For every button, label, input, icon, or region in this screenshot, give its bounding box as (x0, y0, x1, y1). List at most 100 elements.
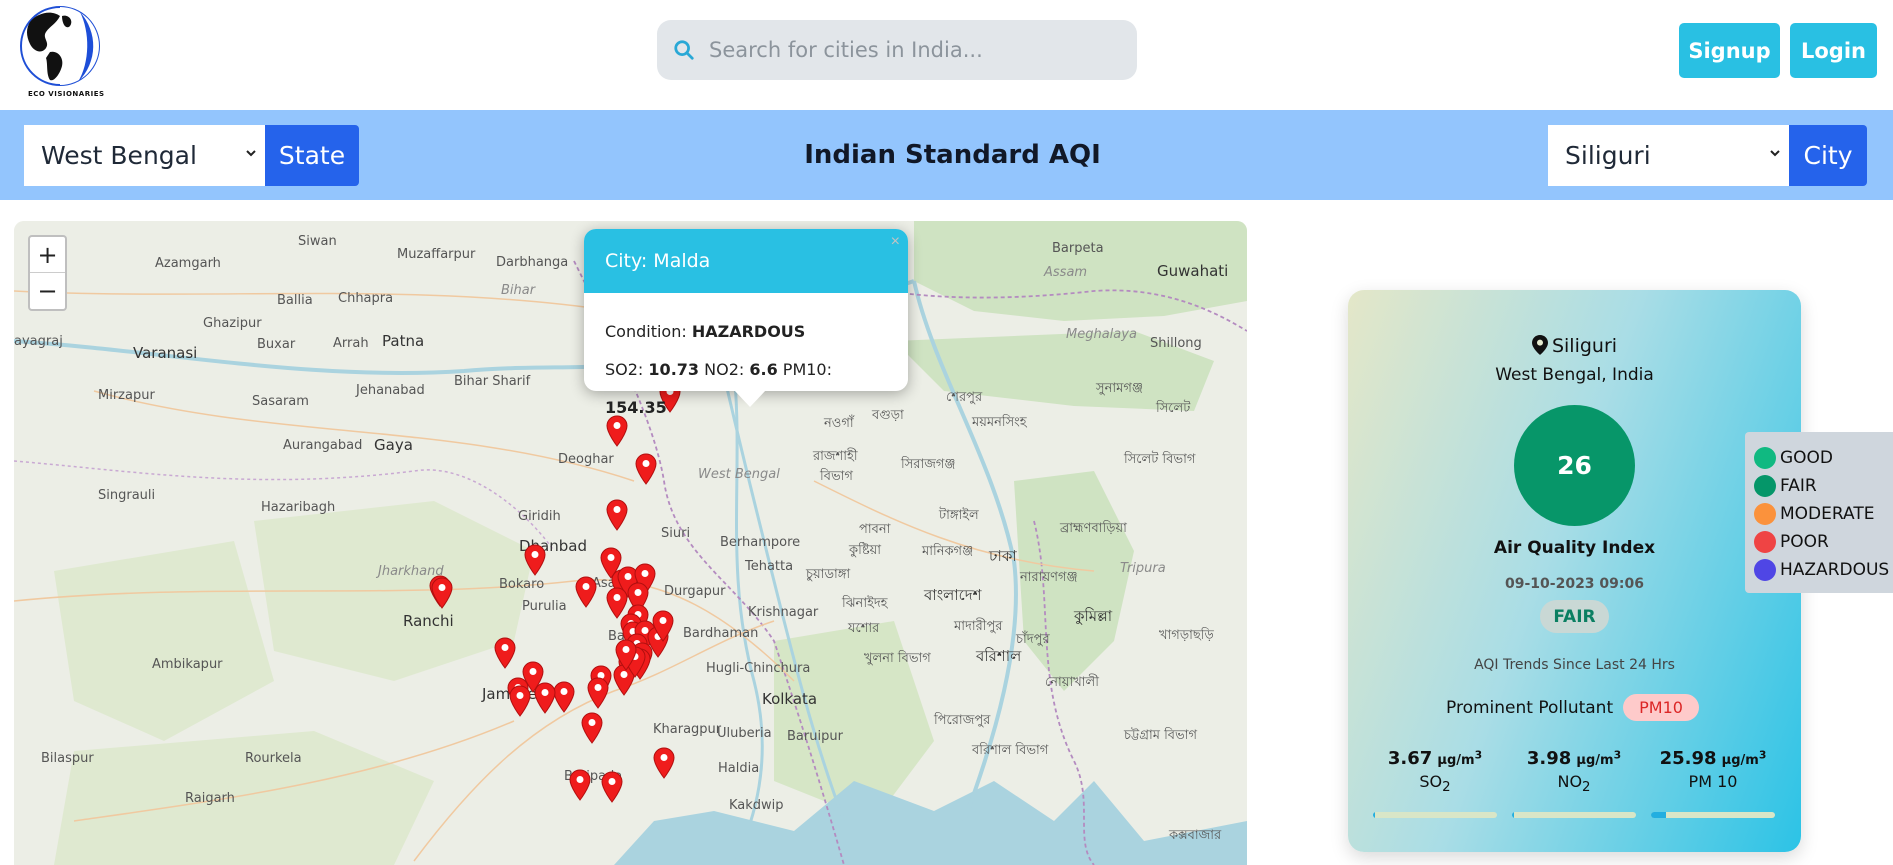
popup-readings: SO2: 10.73 NO2: 6.6 PM10: 154.35 (605, 351, 887, 427)
zoom-out-button[interactable]: − (30, 273, 65, 309)
map-marker[interactable] (569, 769, 591, 801)
search-bar[interactable] (657, 20, 1137, 80)
legend-label: FAIR (1780, 476, 1817, 496)
legend-item-hazardous: HAZARDOUS (1754, 556, 1893, 584)
map-label: ময়মনসিংহ (972, 415, 1027, 430)
map-label: Patna (382, 332, 425, 350)
map-label: Rourkela (245, 751, 302, 766)
map-marker[interactable] (494, 637, 516, 669)
state-button[interactable]: State (265, 125, 359, 186)
map-marker[interactable] (652, 610, 674, 642)
map-pin-icon (652, 610, 674, 642)
map-label: Berhampore (720, 535, 801, 550)
map-label: Siwan (298, 234, 337, 249)
legend-dot (1754, 503, 1776, 525)
state-select-value: West Bengal (41, 141, 197, 170)
pollutant-bar-fill (1651, 812, 1666, 818)
chevron-down-icon (1770, 150, 1780, 157)
pollutant-value: 3.98 (1526, 748, 1572, 769)
map-label: ব্রাহ্মণবাড়িয়া (1060, 521, 1127, 536)
pollutant-name: SO2 (1419, 772, 1451, 796)
map-label: যশোর (848, 621, 880, 636)
pm10-value: 154.35 (605, 398, 667, 417)
state-select[interactable]: West Bengal (24, 125, 265, 186)
map-marker[interactable] (522, 661, 544, 693)
map-label: ঝিনাইদহ (842, 596, 888, 611)
map-label: Kolkata (762, 690, 818, 708)
legend-item-fair: FAIR (1754, 472, 1893, 500)
map-marker[interactable] (587, 677, 609, 709)
map-label: Assam (1044, 265, 1088, 280)
map-marker[interactable] (615, 639, 637, 671)
popup-close-button[interactable]: × (891, 233, 900, 251)
map-marker[interactable] (524, 544, 546, 576)
map-label: Uluberia (717, 726, 772, 741)
map-label: Krishnagar (748, 605, 819, 620)
map-label: খুলনা বিভাগ (864, 651, 931, 666)
zoom-in-button[interactable]: + (30, 237, 65, 273)
login-button[interactable]: Login (1790, 23, 1877, 78)
aqi-trends-link[interactable]: AQI Trends Since Last 24 Hrs (1348, 657, 1801, 673)
map-label: Chhapra (338, 291, 394, 306)
map-marker[interactable] (635, 453, 657, 485)
pollutant-bar (1373, 812, 1497, 818)
map-marker[interactable] (575, 576, 597, 608)
page-title: Indian Standard AQI (804, 140, 1101, 170)
map-label: Ballia (277, 293, 313, 308)
map-label: মানিকগঞ্জ (922, 544, 974, 559)
city-select[interactable]: Siliguri (1548, 125, 1789, 186)
card-region: West Bengal, India (1495, 365, 1654, 385)
map-label: Azamgarh (155, 256, 221, 271)
logo-text: ECO VISIONARIES (28, 90, 105, 98)
search-input[interactable] (709, 38, 1109, 62)
no2-value: 6.6 (749, 360, 778, 379)
signup-button[interactable]: Signup (1679, 23, 1780, 78)
map-label: বরিশাল বিভাগ (972, 743, 1049, 758)
map-marker[interactable] (553, 681, 575, 713)
map-label: Mirzapur (98, 388, 155, 403)
map-label: বাংলাদেশ (924, 586, 982, 604)
map-pin-icon (575, 576, 597, 608)
map-label: Ambikapur (152, 657, 223, 672)
map-pin-icon (494, 637, 516, 669)
pollutant-value: 25.98 (1659, 748, 1717, 769)
aqi-map[interactable]: Siwan Muzaffarpur Darbhanga Barpeta Guwa… (14, 221, 1247, 865)
map-label: Baruipur (787, 729, 843, 744)
status-badge: FAIR (1540, 600, 1609, 633)
map-pin-icon (581, 712, 603, 744)
aqi-legend: GOOD FAIR MODERATE POOR HAZARDOUS (1745, 432, 1893, 593)
map-label: চুয়াডাঙ্গা (806, 567, 851, 582)
map-label: Ranchi (403, 612, 454, 630)
map-marker[interactable] (601, 771, 623, 803)
map-marker[interactable] (653, 747, 675, 779)
map-pin-icon (615, 639, 637, 671)
map-label: সুনামগঞ্জ (1096, 381, 1143, 396)
map-label: টাঙ্গাইল (939, 508, 979, 523)
filter-bar: West Bengal State Indian Standard AQI Si… (0, 110, 1893, 200)
no2-label: NO2: (704, 360, 745, 379)
pollutant-bar (1512, 812, 1636, 818)
aqi-value-circle: 26 (1514, 405, 1635, 526)
map-label: Bardhaman (683, 626, 759, 641)
prominent-pollutant: Prominent Pollutant PM10 (1446, 694, 1699, 721)
city-button[interactable]: City (1789, 125, 1867, 186)
map-label: কুষ্টিয়া (849, 543, 882, 558)
map-pin-icon (524, 544, 546, 576)
legend-label: MODERATE (1780, 504, 1875, 524)
eco-visionaries-logo[interactable]: ECO VISIONARIES (20, 2, 110, 102)
map-label: Durgapur (664, 584, 726, 599)
map-marker[interactable] (431, 577, 453, 609)
chevron-down-icon (246, 150, 256, 157)
map-pin-icon (606, 499, 628, 531)
map-label: Jehanabad (356, 383, 425, 398)
map-label: Bilaspur (41, 751, 94, 766)
map-label: Bihar Sharif (454, 374, 531, 389)
pollutant-bar (1651, 812, 1775, 818)
prominent-pollutant-badge: PM10 (1623, 694, 1699, 721)
map-marker[interactable] (606, 499, 628, 531)
pollutant-no2: 3.98 μg/m3 NO2 (1509, 748, 1639, 818)
map-label: পিরোজপুর (934, 713, 991, 728)
pollutant-unit: μg/m3 (1721, 748, 1767, 768)
map-pin-icon (653, 747, 675, 779)
map-marker[interactable] (581, 712, 603, 744)
